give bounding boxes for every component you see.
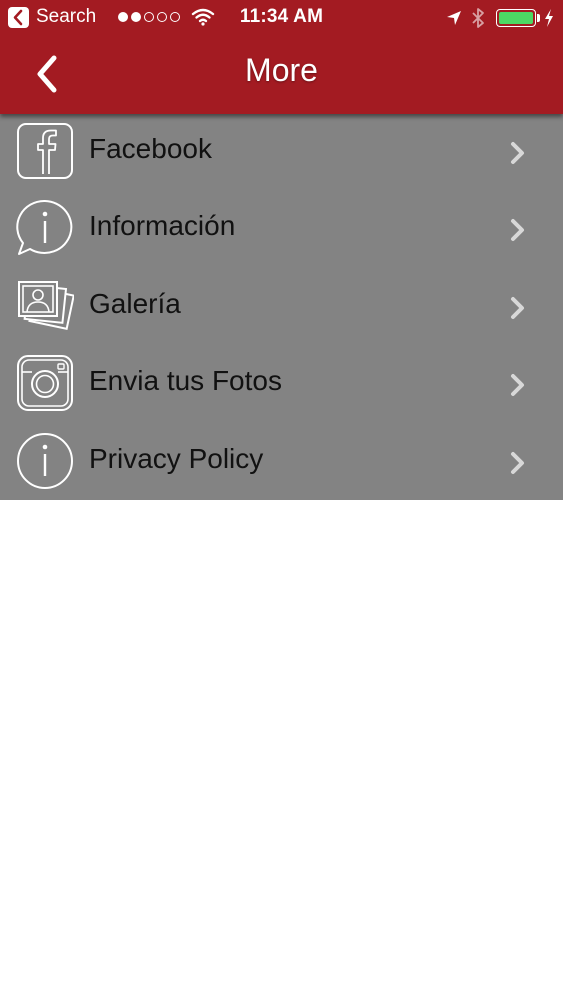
menu-item-label: Envia tus Fotos bbox=[89, 365, 282, 397]
photo-gallery-icon bbox=[18, 280, 74, 330]
camera-icon bbox=[17, 355, 73, 412]
chevron-right-icon bbox=[511, 296, 524, 319]
menu-item-label: Galería bbox=[89, 287, 181, 319]
chevron-right-icon bbox=[511, 451, 524, 474]
chevron-right-icon bbox=[511, 219, 524, 242]
more-menu-list: Facebook Información Galería Envia tus F… bbox=[0, 114, 563, 500]
facebook-icon bbox=[17, 123, 73, 179]
menu-item-label: Privacy Policy bbox=[89, 442, 264, 474]
battery-tip bbox=[537, 14, 540, 22]
header: Search 11:34 AM More bbox=[0, 0, 563, 114]
menu-item-envia-tus-fotos[interactable]: Envia tus Fotos bbox=[0, 346, 563, 423]
menu-item-label: Información bbox=[89, 210, 236, 242]
page-title: More bbox=[245, 52, 318, 88]
battery-icon bbox=[496, 9, 536, 27]
info-circle-icon bbox=[17, 432, 73, 489]
menu-item-galeria[interactable]: Galería bbox=[0, 269, 563, 346]
menu-item-privacy-policy[interactable]: Privacy Policy bbox=[0, 424, 563, 501]
charging-bolt-icon bbox=[545, 9, 553, 27]
menu-item-informacion[interactable]: Información bbox=[0, 191, 563, 268]
menu-item-label: Facebook bbox=[89, 133, 212, 164]
bluetooth-icon bbox=[472, 8, 484, 28]
info-bubble-icon bbox=[16, 200, 73, 256]
status-bar: Search 11:34 AM bbox=[0, 0, 563, 36]
location-arrow-icon bbox=[447, 11, 461, 25]
chevron-right-icon bbox=[511, 374, 524, 397]
menu-item-facebook[interactable]: Facebook bbox=[0, 114, 563, 191]
chevron-right-icon bbox=[511, 142, 524, 164]
